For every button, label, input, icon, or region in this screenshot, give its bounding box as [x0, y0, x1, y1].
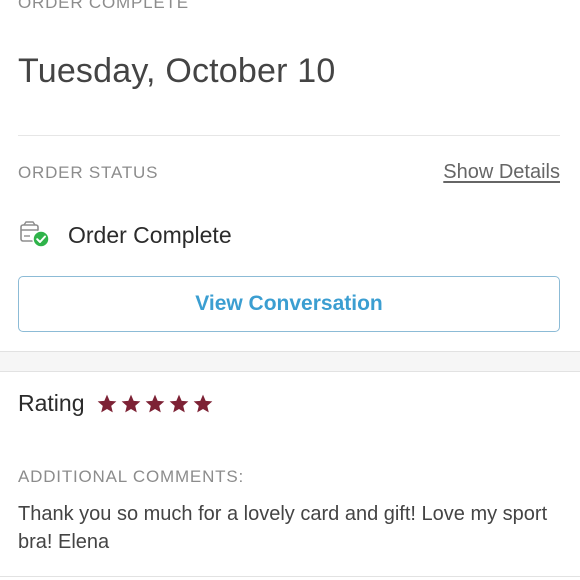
- order-detail-page: ORDER COMPLETE Tuesday, October 10 ORDER…: [0, 0, 580, 580]
- divider: [0, 576, 580, 577]
- show-details-link[interactable]: Show Details: [443, 161, 560, 184]
- rating-row: Rating: [18, 390, 214, 417]
- star-icon: [194, 394, 213, 412]
- rating-label: Rating: [18, 390, 85, 416]
- order-status-label: ORDER STATUS: [18, 163, 159, 182]
- section-separator: [0, 351, 580, 372]
- additional-comments-label: ADDITIONAL COMMENTS:: [18, 467, 244, 486]
- view-conversation-button[interactable]: View Conversation: [18, 276, 560, 332]
- order-status-text: Order Complete: [68, 221, 232, 248]
- star-icon: [146, 394, 165, 412]
- package-check-icon: [20, 221, 50, 248]
- comment-text: Thank you so much for a lovely card and …: [18, 503, 548, 553]
- star-icon: [122, 394, 141, 412]
- order-status-row: Order Complete: [18, 218, 232, 252]
- divider: [18, 135, 560, 136]
- star-icon: [170, 394, 189, 412]
- star-icon: [98, 394, 117, 412]
- rating-stars: [96, 393, 214, 415]
- order-complete-heading: ORDER COMPLETE: [18, 0, 189, 12]
- order-date-title: Tuesday, October 10: [18, 52, 336, 90]
